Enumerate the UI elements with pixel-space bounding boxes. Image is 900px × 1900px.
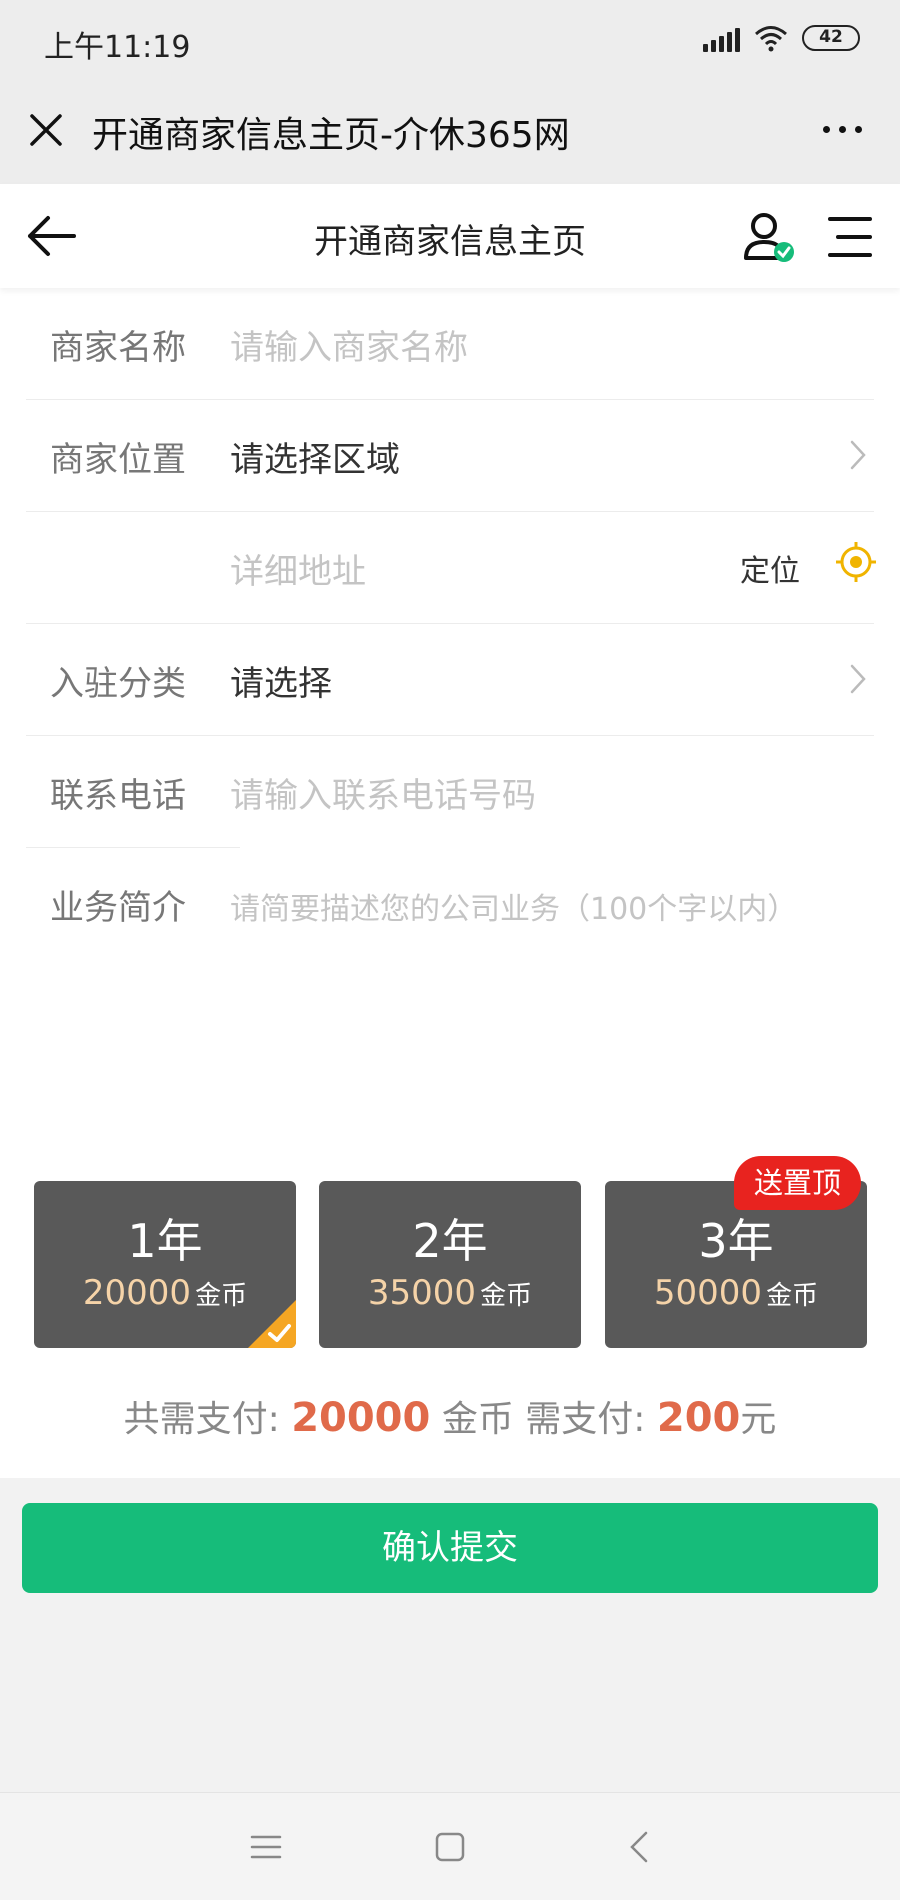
detail-address-row[interactable]: 详细地址 定位 — [0, 512, 900, 624]
intro-row[interactable]: 业务简介 请简要描述您的公司业务（100个字以内） — [0, 848, 900, 1148]
plan-price: 50000 金币 — [653, 1273, 819, 1313]
category-select[interactable]: 请选择 — [230, 656, 332, 705]
system-nav-bar — [0, 1792, 900, 1900]
selected-check-icon — [248, 1300, 296, 1348]
browser-page-title: 开通商家信息主页-介休365网 — [92, 115, 570, 156]
plan-years: 3年 — [698, 1214, 774, 1268]
battery-icon: 42 — [802, 25, 860, 51]
detail-address-input[interactable]: 详细地址 — [230, 544, 366, 593]
wechat-title-bar: 开通商家信息主页-介休365网 — [0, 80, 900, 184]
merchant-location-row[interactable]: 商家位置 请选择区域 — [0, 400, 900, 512]
menu-icon[interactable] — [826, 214, 874, 260]
intro-textarea[interactable]: 请简要描述您的公司业务（100个字以内） — [230, 884, 797, 928]
plan-card-1-year[interactable]: 1年 20000 金币 — [34, 1181, 296, 1348]
plan-years: 2年 — [412, 1214, 488, 1268]
region-select[interactable]: 请选择区域 — [230, 432, 400, 481]
chevron-right-icon — [850, 664, 866, 694]
system-back-icon[interactable] — [620, 1827, 660, 1867]
plan-years: 1年 — [127, 1214, 203, 1268]
recent-apps-icon[interactable] — [246, 1827, 286, 1867]
home-icon[interactable] — [430, 1827, 470, 1867]
wifi-icon — [755, 26, 787, 52]
merchant-location-label: 商家位置 — [50, 440, 186, 480]
user-verified-icon[interactable] — [742, 210, 798, 266]
phone-label: 联系电话 — [50, 776, 186, 816]
intro-label: 业务简介 — [50, 888, 186, 928]
locate-button[interactable]: 定位 — [740, 546, 800, 590]
promo-badge: 送置顶 — [734, 1156, 862, 1210]
chevron-right-icon — [850, 440, 866, 470]
phone-row[interactable]: 联系电话 请输入联系电话号码 — [0, 736, 900, 848]
plan-card-2-years[interactable]: 2年 35000 金币 — [319, 1181, 581, 1348]
submit-button[interactable]: 确认提交 — [22, 1503, 878, 1593]
phone-input[interactable]: 请输入联系电话号码 — [230, 768, 536, 817]
page-header: 开通商家信息主页 — [0, 184, 900, 288]
status-icons: 42 — [703, 24, 860, 52]
location-target-icon[interactable] — [836, 542, 876, 582]
category-row[interactable]: 入驻分类 请选择 — [0, 624, 900, 736]
merchant-name-row[interactable]: 商家名称 请输入商家名称 — [0, 288, 900, 400]
more-options-icon[interactable] — [823, 126, 862, 133]
status-time: 上午11:19 — [44, 30, 191, 65]
merchant-name-input[interactable]: 请输入商家名称 — [230, 320, 468, 369]
signal-icon — [703, 24, 740, 52]
plan-price: 35000 金币 — [367, 1273, 533, 1313]
payment-summary: 共需支付: 20000 金币 需支付: 200元 — [123, 1395, 777, 1441]
category-label: 入驻分类 — [50, 664, 186, 704]
merchant-name-label: 商家名称 — [50, 328, 186, 368]
total-coins: 20000 — [291, 1395, 431, 1441]
close-icon[interactable] — [26, 110, 66, 150]
total-amount: 200 — [656, 1395, 741, 1441]
status-bar: 上午11:19 42 — [0, 0, 900, 80]
